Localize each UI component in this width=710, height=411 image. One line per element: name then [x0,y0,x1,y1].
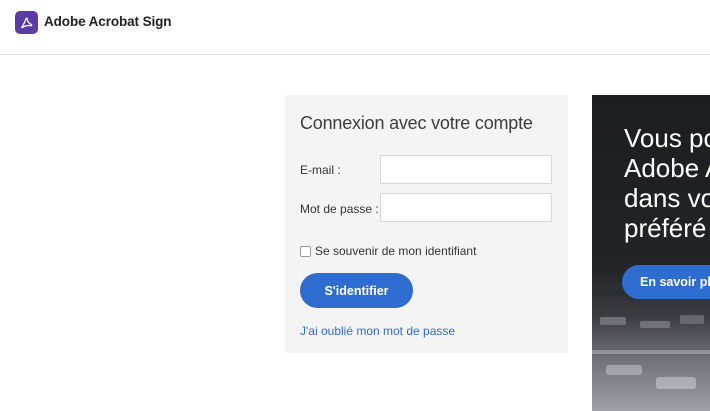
password-label: Mot de passe : [300,202,379,216]
remember-label[interactable]: Se souvenir de mon identifiant [315,244,476,258]
email-label: E-mail : [300,163,341,177]
login-panel: Connexion avec votre compte E-mail : Mot… [285,95,568,353]
promo-line-3: dans vo [624,183,710,213]
promo-line-1: Vous po [624,123,710,153]
signin-button[interactable]: S'identifier [300,273,413,308]
forgot-password-link[interactable]: J'ai oublié mon mot de passe [300,324,455,338]
promo-banner: Vous po Adobe A dans vo préféré En savoi… [592,95,710,411]
promo-headline: Vous po Adobe A dans vo préféré [624,123,710,243]
learn-more-button[interactable]: En savoir pl [622,265,710,299]
top-bar: Adobe Acrobat Sign [0,0,710,55]
login-title: Connexion avec votre compte [300,113,533,133]
promo-line-4: préféré [624,213,707,243]
remember-me[interactable]: Se souvenir de mon identifiant [300,244,476,258]
promo-line-2: Adobe A [624,153,710,183]
brand-name[interactable]: Adobe Acrobat Sign [44,14,172,29]
password-field[interactable] [380,193,552,222]
email-field[interactable] [380,155,552,184]
remember-checkbox[interactable] [300,245,311,257]
adobe-acrobat-icon[interactable] [15,11,38,34]
